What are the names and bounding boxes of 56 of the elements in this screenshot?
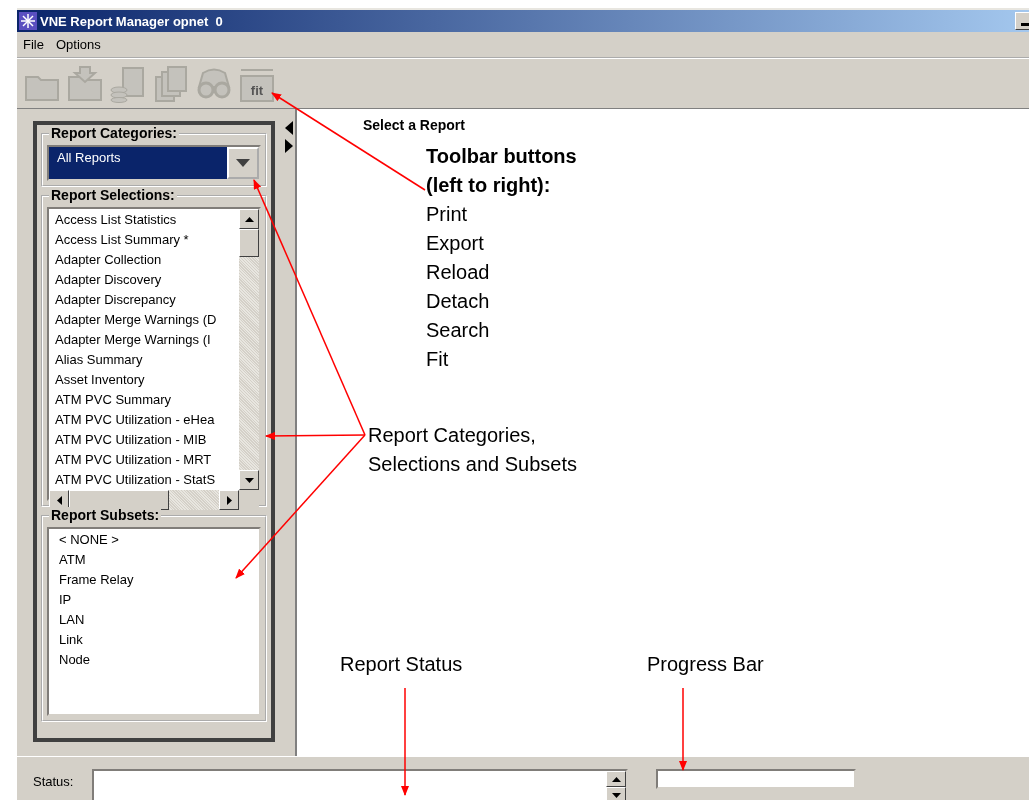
group-label: Report Selections: [49,187,177,203]
list-item[interactable]: ATM PVC Utilization - MIB [55,430,207,450]
annotation-text: Search [426,318,491,343]
dropdown-value: All Reports [56,149,122,167]
annotation-text: Report Categories, Selections and Subsets [368,423,579,477]
list-item[interactable]: Adapter Collection [55,250,162,270]
window-title: VNE Report Manager opnet 0 [40,13,224,29]
list-item[interactable]: Adapter Discrepancy [55,290,176,310]
app-icon [19,12,37,30]
list-item[interactable]: ATM [59,550,86,570]
annotation-text: Export [426,231,485,256]
group-label: Report Categories: [49,125,180,141]
collapse-left-icon[interactable] [285,121,293,135]
up-arrow-icon[interactable] [244,216,254,222]
list-item[interactable]: ATM PVC Summary [55,390,172,410]
caret-icon [236,159,250,167]
list-item[interactable]: Link [59,630,83,650]
group-label: Report Subsets: [49,507,162,523]
right-arrow-icon[interactable] [226,495,232,505]
annotation-text: Fit [426,347,450,372]
list-item[interactable]: Node [59,650,91,670]
list-item[interactable]: Frame Relay [59,570,134,590]
down-arrow-icon[interactable] [244,477,254,483]
vertical-scrollbar[interactable] [239,209,259,490]
scrollbar-thumb[interactable] [239,229,259,257]
annotation-text: Detach [426,289,491,314]
up-arrow-icon[interactable] [611,776,621,782]
list-item[interactable]: Adapter Discovery [55,270,162,290]
category-dropdown[interactable]: All Reports [47,145,261,181]
list-item[interactable]: Access List Statistics [55,210,177,230]
list-item[interactable]: Access List Summary * [55,230,189,250]
list-item[interactable]: Adapter Merge Warnings (I [55,330,211,350]
left-arrow-icon[interactable] [56,495,62,505]
list-item[interactable]: ATM PVC Utilization - StatS [55,470,216,490]
annotation-text: Progress Bar [647,652,764,677]
content-heading: Select a Report [363,117,465,133]
dropdown-button[interactable] [227,147,259,179]
list-item[interactable]: ATM PVC Utilization - eHea [55,410,215,430]
annotation-text: Report Status [340,652,463,677]
annotation-title: Toolbar buttons (left to right): [426,144,578,198]
menu-item[interactable]: File [19,35,48,54]
list-item[interactable]: Asset Inventory [55,370,145,390]
list-item[interactable]: LAN [59,610,85,630]
list-item[interactable]: Alias Summary [55,350,143,370]
list-item[interactable]: < NONE > [59,530,119,550]
annotation-text: Print [426,202,469,227]
minimize-button[interactable] [1015,12,1029,30]
annotation-text: Reload [426,260,491,285]
down-arrow-icon[interactable] [611,792,621,798]
list-item[interactable]: Adapter Merge Warnings (D [55,310,217,330]
list-item[interactable]: IP [59,590,72,610]
menu-item[interactable]: Options [51,35,105,54]
list-item[interactable]: ATM PVC Utilization - MRT [55,450,212,470]
expand-right-icon[interactable] [285,139,293,153]
status-label: Status: [33,773,75,789]
scrollbar-thumb[interactable] [69,490,169,510]
